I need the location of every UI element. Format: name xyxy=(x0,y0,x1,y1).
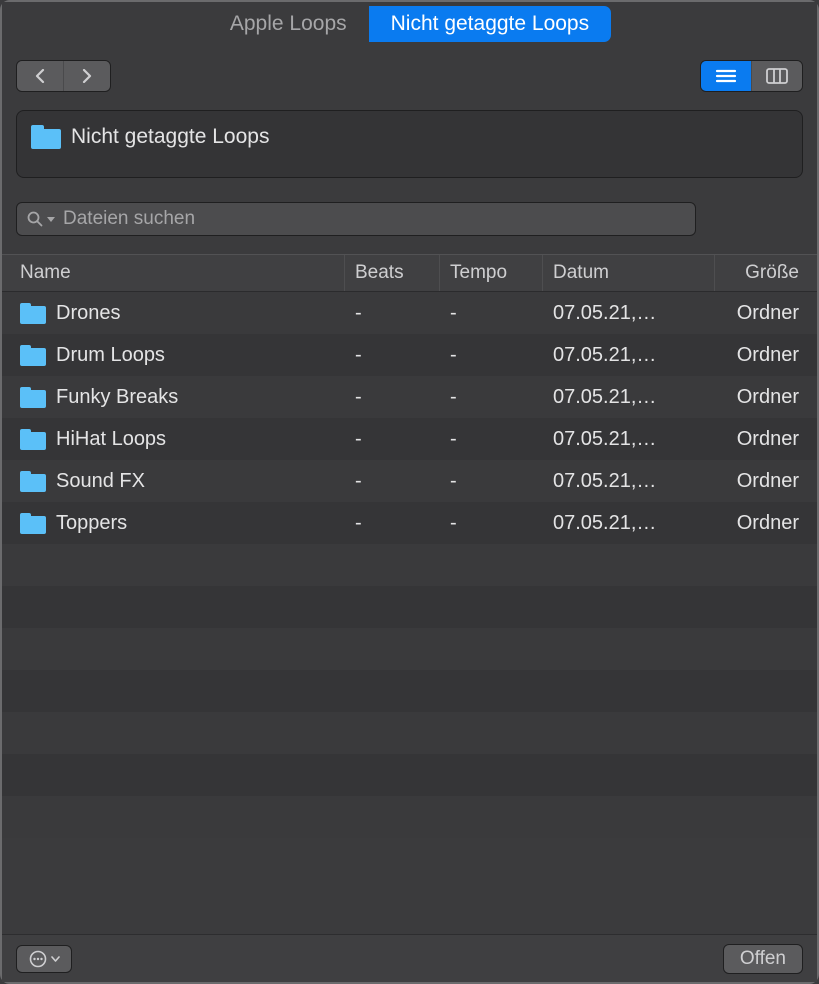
cell-tempo: - xyxy=(440,302,543,325)
folder-icon xyxy=(31,125,61,149)
cell-size: Ordner xyxy=(715,302,817,325)
column-header-date[interactable]: Datum xyxy=(543,255,715,291)
file-name: HiHat Loops xyxy=(56,428,166,451)
cell-beats: - xyxy=(345,512,440,535)
table-row xyxy=(2,586,817,628)
file-name: Drum Loops xyxy=(56,344,165,367)
cell-tempo: - xyxy=(440,428,543,451)
table-header: Name Beats Tempo Datum Größe xyxy=(2,254,817,292)
tab-apple-loops[interactable]: Apple Loops xyxy=(208,6,369,42)
cell-size: Ordner xyxy=(715,512,817,535)
file-name: Funky Breaks xyxy=(56,386,178,409)
cell-date: 07.05.21,… xyxy=(543,386,715,409)
file-table: Name Beats Tempo Datum Größe Drones--07.… xyxy=(2,254,817,847)
chevron-down-icon xyxy=(51,956,60,962)
search-input[interactable] xyxy=(61,207,685,231)
cell-date: 07.05.21,… xyxy=(543,302,715,325)
cell-tempo: - xyxy=(440,512,543,535)
table-row[interactable]: HiHat Loops--07.05.21,…Ordner xyxy=(2,418,817,460)
chevron-left-icon xyxy=(34,69,46,83)
cell-tempo: - xyxy=(440,344,543,367)
table-row xyxy=(2,754,817,796)
cell-date: 07.05.21,… xyxy=(543,428,715,451)
list-view-button[interactable] xyxy=(701,61,751,91)
file-name: Toppers xyxy=(56,512,127,535)
ellipsis-circle-icon xyxy=(29,950,47,968)
cell-date: 07.05.21,… xyxy=(543,470,715,493)
cell-tempo: - xyxy=(440,386,543,409)
folder-icon xyxy=(20,303,46,324)
cell-beats: - xyxy=(345,386,440,409)
columns-icon xyxy=(766,68,788,84)
cell-tempo: - xyxy=(440,470,543,493)
file-name: Sound FX xyxy=(56,470,145,493)
column-view-button[interactable] xyxy=(752,61,802,91)
chevron-down-icon xyxy=(47,217,55,222)
cell-beats: - xyxy=(345,302,440,325)
cell-size: Ordner xyxy=(715,470,817,493)
table-row xyxy=(2,712,817,754)
tab-untagged-loops[interactable]: Nicht getaggte Loops xyxy=(369,6,611,42)
cell-date: 07.05.21,… xyxy=(543,344,715,367)
table-row xyxy=(2,628,817,670)
cell-size: Ordner xyxy=(715,344,817,367)
table-row[interactable]: Funky Breaks--07.05.21,…Ordner xyxy=(2,376,817,418)
table-row[interactable]: Toppers--07.05.21,…Ordner xyxy=(2,502,817,544)
table-row xyxy=(2,796,817,838)
folder-icon xyxy=(20,471,46,492)
folder-icon xyxy=(20,429,46,450)
current-folder-name: Nicht getaggte Loops xyxy=(71,125,269,149)
folder-icon xyxy=(20,387,46,408)
action-menu-button[interactable] xyxy=(16,945,72,973)
back-button[interactable] xyxy=(17,61,63,91)
view-mode-buttons xyxy=(700,60,803,92)
search-icon xyxy=(27,211,43,227)
search-field xyxy=(16,202,696,236)
cell-beats: - xyxy=(345,470,440,493)
chevron-right-icon xyxy=(81,69,93,83)
table-row xyxy=(2,670,817,712)
column-header-beats[interactable]: Beats xyxy=(345,255,440,291)
list-icon xyxy=(715,69,737,83)
column-header-size[interactable]: Größe xyxy=(715,255,817,291)
folder-icon xyxy=(20,513,46,534)
table-row[interactable]: Drones--07.05.21,…Ordner xyxy=(2,292,817,334)
forward-button[interactable] xyxy=(64,61,110,91)
table-row xyxy=(2,544,817,586)
cell-size: Ordner xyxy=(715,428,817,451)
open-button[interactable]: Offen xyxy=(723,944,803,974)
cell-date: 07.05.21,… xyxy=(543,512,715,535)
nav-history-buttons xyxy=(16,60,111,92)
path-bar[interactable]: Nicht getaggte Loops xyxy=(16,110,803,178)
table-row[interactable]: Drum Loops--07.05.21,…Ordner xyxy=(2,334,817,376)
folder-icon xyxy=(20,345,46,366)
file-name: Drones xyxy=(56,302,120,325)
loop-type-tabs: Apple Loops Nicht getaggte Loops xyxy=(208,6,611,42)
cell-beats: - xyxy=(345,428,440,451)
cell-beats: - xyxy=(345,344,440,367)
cell-size: Ordner xyxy=(715,386,817,409)
column-header-tempo[interactable]: Tempo xyxy=(440,255,543,291)
table-row[interactable]: Sound FX--07.05.21,…Ordner xyxy=(2,460,817,502)
column-header-name[interactable]: Name xyxy=(2,255,345,291)
